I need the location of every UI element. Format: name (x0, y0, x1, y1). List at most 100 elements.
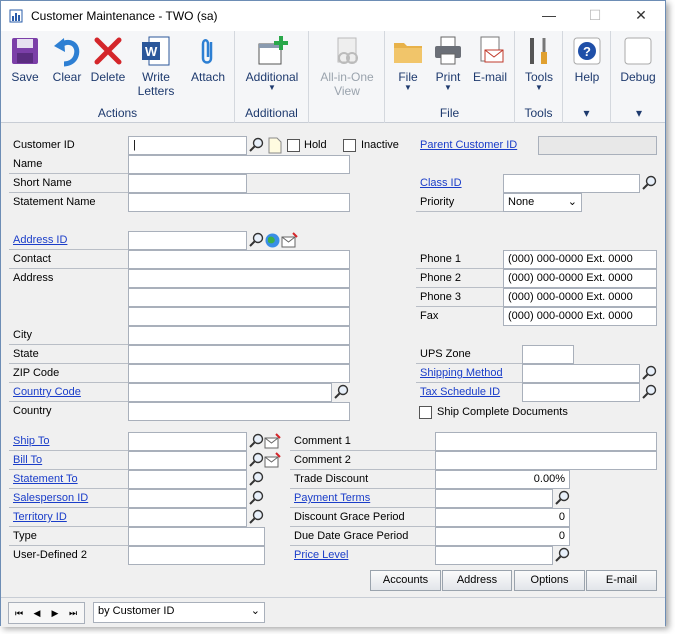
help-button[interactable]: ? Help (567, 34, 607, 84)
tools-button[interactable]: Tools ▼ (519, 34, 559, 92)
help-group-expander[interactable]: ▾ (563, 107, 610, 119)
email-address-icon[interactable] (264, 452, 281, 469)
shipping-method-link[interactable]: Shipping Method (416, 364, 503, 383)
debug-button[interactable]: Debug (615, 34, 661, 84)
lookup-icon[interactable] (248, 490, 265, 507)
comment2-field[interactable] (435, 451, 657, 470)
city-field[interactable] (128, 326, 350, 345)
note-icon[interactable] (266, 137, 283, 154)
type-field[interactable] (128, 527, 265, 546)
ship-complete-checkbox[interactable] (419, 406, 432, 419)
trade-discount-field[interactable]: 0.00% (435, 470, 570, 489)
user-defined-2-field[interactable] (128, 546, 265, 565)
debug-group-expander[interactable]: ▾ (611, 107, 667, 119)
email-button[interactable]: E-mail (469, 34, 511, 84)
statement-name-label: Statement Name (13, 196, 96, 208)
class-id-field[interactable] (503, 174, 640, 193)
address-id-link[interactable]: Address ID (9, 231, 67, 250)
address-line2-field[interactable] (128, 288, 350, 307)
class-id-link[interactable]: Class ID (416, 174, 462, 193)
statement-to-field[interactable] (128, 470, 247, 489)
lookup-icon[interactable] (641, 365, 658, 382)
shipping-method-field[interactable] (522, 364, 640, 383)
territory-id-field[interactable] (128, 508, 247, 527)
lookup-icon[interactable] (554, 547, 571, 564)
salesperson-id-field[interactable] (128, 489, 247, 508)
lookup-icon[interactable] (641, 175, 658, 192)
payment-terms-link[interactable]: Payment Terms (290, 489, 370, 508)
phone2-field[interactable]: (000) 000-0000 Ext. 0000 (503, 269, 657, 288)
globe-icon[interactable] (264, 232, 281, 249)
comment2-label: Comment 2 (294, 454, 351, 466)
ship-to-field[interactable] (128, 432, 247, 451)
ship-to-link[interactable]: Ship To (9, 432, 50, 451)
price-level-field[interactable] (435, 546, 553, 565)
options-button[interactable]: Options (514, 570, 585, 591)
hold-checkbox[interactable] (287, 139, 300, 152)
lookup-icon[interactable] (554, 490, 571, 507)
territory-id-link[interactable]: Territory ID (9, 508, 67, 527)
price-level-link[interactable]: Price Level (290, 546, 348, 565)
lookup-icon[interactable] (333, 384, 350, 401)
all-in-one-view-button[interactable]: All-in-One View (313, 34, 381, 98)
tax-schedule-id-field[interactable] (522, 383, 640, 402)
payment-terms-field[interactable] (435, 489, 553, 508)
statement-name-field[interactable] (128, 193, 350, 212)
lookup-icon[interactable] (248, 509, 265, 526)
attach-button[interactable]: Attach (187, 34, 229, 84)
address-line3-field[interactable] (128, 307, 350, 326)
maximize-button[interactable]: ☐ (572, 5, 618, 27)
bill-to-link[interactable]: Bill To (9, 451, 42, 470)
lookup-icon[interactable] (248, 137, 265, 154)
email-address-icon[interactable] (264, 433, 281, 450)
print-button[interactable]: Print ▼ (429, 34, 467, 92)
file-button[interactable]: File ▼ (389, 34, 427, 92)
inactive-checkbox[interactable] (343, 139, 356, 152)
priority-select[interactable]: None ⌄ (503, 193, 582, 212)
comment1-field[interactable] (435, 432, 657, 451)
phone3-field[interactable]: (000) 000-0000 Ext. 0000 (503, 288, 657, 307)
zip-code-field[interactable] (128, 364, 350, 383)
country-code-link[interactable]: Country Code (9, 383, 81, 402)
close-button[interactable]: ✕ (618, 5, 664, 27)
state-field[interactable] (128, 345, 350, 364)
email-address-icon[interactable] (281, 232, 298, 249)
due-date-grace-field[interactable]: 0 (435, 527, 570, 546)
last-record-icon[interactable]: ⏭ (65, 605, 81, 621)
statement-to-link[interactable]: Statement To (9, 470, 78, 489)
next-record-icon[interactable]: ▶ (47, 605, 63, 621)
country-code-field[interactable] (128, 383, 332, 402)
salesperson-id-link[interactable]: Salesperson ID (9, 489, 88, 508)
address-id-field[interactable] (128, 231, 247, 250)
save-button[interactable]: Save (5, 34, 45, 84)
name-field[interactable] (128, 155, 350, 174)
accounts-button[interactable]: Accounts (370, 570, 441, 591)
clear-button[interactable]: Clear (47, 34, 87, 84)
fax-field[interactable]: (000) 000-0000 Ext. 0000 (503, 307, 657, 326)
address-button[interactable]: Address (442, 570, 512, 591)
parent-customer-id-link[interactable]: Parent Customer ID (416, 136, 517, 155)
phone1-field[interactable]: (000) 000-0000 Ext. 0000 (503, 250, 657, 269)
lookup-icon[interactable] (248, 471, 265, 488)
discount-grace-field[interactable]: 0 (435, 508, 570, 527)
ups-zone-field[interactable] (522, 345, 574, 364)
sort-order-select[interactable]: by Customer ID ⌄ (93, 602, 265, 623)
write-letters-button[interactable]: W Write Letters (132, 34, 180, 98)
lookup-icon[interactable] (248, 232, 265, 249)
short-name-field[interactable] (128, 174, 247, 193)
country-field[interactable] (128, 402, 350, 421)
lookup-icon[interactable] (248, 433, 265, 450)
previous-record-icon[interactable]: ◀ (29, 605, 45, 621)
minimize-button[interactable]: — (526, 5, 572, 27)
address-line1-field[interactable] (128, 269, 350, 288)
lookup-icon[interactable] (248, 452, 265, 469)
contact-field[interactable] (128, 250, 350, 269)
bill-to-field[interactable] (128, 451, 247, 470)
delete-button[interactable]: Delete (88, 34, 128, 84)
customer-id-field[interactable]: | (128, 136, 247, 155)
email-action-button[interactable]: E-mail (586, 570, 657, 591)
first-record-icon[interactable]: ⏮ (11, 605, 27, 621)
additional-button[interactable]: Additional ▼ (240, 34, 304, 92)
lookup-icon[interactable] (641, 384, 658, 401)
tax-schedule-id-link[interactable]: Tax Schedule ID (416, 383, 500, 402)
